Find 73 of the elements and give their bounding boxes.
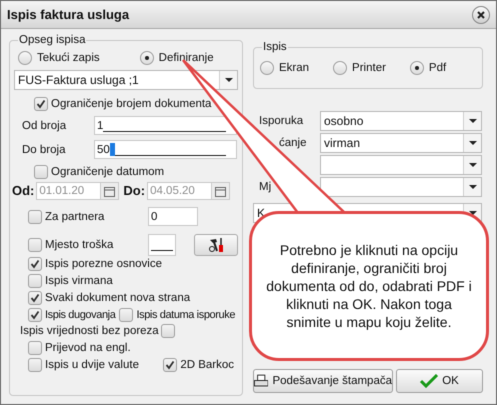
dropdown-field[interactable]: osobno <box>320 111 482 131</box>
checkbox-label: 2D Barkoc <box>180 358 234 372</box>
checkbox[interactable] <box>34 97 48 111</box>
checkbox[interactable] <box>28 308 42 322</box>
group-legend: Opseg ispisa <box>18 33 86 47</box>
checkbox-label: Ispis dugovanja <box>45 308 116 322</box>
tool-button[interactable] <box>194 234 238 256</box>
number-field[interactable]: 50 <box>94 140 237 159</box>
dropdown-field[interactable]: virman <box>320 133 482 153</box>
group-legend: Ispis <box>262 40 288 54</box>
checkbox[interactable] <box>28 358 42 372</box>
checkbox-label: Ispis virmana <box>45 274 113 288</box>
checkbox-label: Ispis u dvije valute <box>45 358 139 372</box>
checkbox[interactable] <box>160 324 175 338</box>
close-icon <box>477 10 485 18</box>
checkbox-label: Ispis porezne osnovice <box>45 257 162 271</box>
checkbox[interactable] <box>28 257 42 271</box>
radio-button[interactable] <box>18 51 32 65</box>
radio-label: Pdf <box>428 61 446 75</box>
callout-text: Potrebno je kliknuti na opciju definiranje, ograničiti broj dokumenta od do, odabrati PDF i kliknuti na OK. Nakon toga snimite u mapu koju želite. <box>266 241 472 331</box>
tools-icon <box>208 237 224 253</box>
radio-label: Ekran <box>279 61 310 75</box>
radio-button[interactable] <box>140 51 154 65</box>
checkbox-label: Ispis vrijednosti bez poreza <box>20 324 159 338</box>
dropdown-caret-icon[interactable] <box>463 112 481 130</box>
calendar-icon[interactable] <box>211 183 230 199</box>
checkbox[interactable] <box>34 165 48 179</box>
date-label: Do: <box>123 184 146 198</box>
dropdown-caret-icon[interactable] <box>219 71 237 89</box>
radio-label: Definiranje <box>158 51 214 65</box>
printer-icon <box>254 374 268 388</box>
window-title: Ispis faktura usluga <box>7 8 130 22</box>
radio-button[interactable] <box>260 61 274 75</box>
ok-button[interactable]: OK <box>396 369 483 393</box>
field-label: Do broja <box>22 142 66 156</box>
field-label: Isporuka <box>259 115 304 127</box>
number-field[interactable]: 1 <box>94 116 237 135</box>
radio-button[interactable] <box>410 61 424 75</box>
partner-field[interactable]: 0 <box>148 207 198 226</box>
date-label: Od: <box>12 184 34 198</box>
checkbox-label: Ispis datuma isporuke <box>136 308 236 322</box>
dropdown-field[interactable] <box>320 155 482 175</box>
checkbox-label: Ograničenje brojem dokumenta <box>51 97 212 111</box>
field-label: ćanje <box>279 137 306 149</box>
field-label: Od broja <box>22 118 68 132</box>
field-label: Mj <box>259 181 272 193</box>
radio-button[interactable] <box>333 61 348 75</box>
checkbox[interactable] <box>28 210 42 224</box>
checkbox[interactable] <box>119 308 134 322</box>
printer-settings-button[interactable]: Podešavanje štampača <box>253 369 393 393</box>
radio-label: Printer <box>352 61 386 75</box>
checkmark-icon <box>420 374 438 388</box>
dropdown-caret-icon[interactable] <box>463 134 481 152</box>
dropdown-caret-icon[interactable] <box>463 178 481 196</box>
input-mask-line <box>151 250 173 251</box>
checkbox[interactable] <box>28 341 42 355</box>
checkbox[interactable] <box>28 238 42 252</box>
text-cursor <box>110 143 115 156</box>
cost-center-field[interactable] <box>148 234 176 256</box>
checkbox[interactable] <box>28 274 42 288</box>
checkbox-label: Za partnera <box>45 210 104 224</box>
dropdown-field[interactable] <box>320 177 482 197</box>
checkbox-label: Svaki dokument nova strana <box>45 291 190 305</box>
radio-label: Tekući zapis <box>37 51 100 65</box>
checkbox-label: Ograničenje datumom <box>51 165 164 179</box>
checkbox-label: Mjesto troška <box>45 238 114 252</box>
calendar-icon[interactable] <box>100 183 118 199</box>
checkbox[interactable] <box>163 358 178 372</box>
checkbox[interactable] <box>28 291 42 305</box>
checkbox-label: Prijevod na engl. <box>45 341 131 355</box>
dropdown-field[interactable]: FUS-Faktura usluga ;1 <box>14 70 238 90</box>
close-button[interactable] <box>472 6 490 24</box>
dropdown-caret-icon[interactable] <box>463 156 481 174</box>
